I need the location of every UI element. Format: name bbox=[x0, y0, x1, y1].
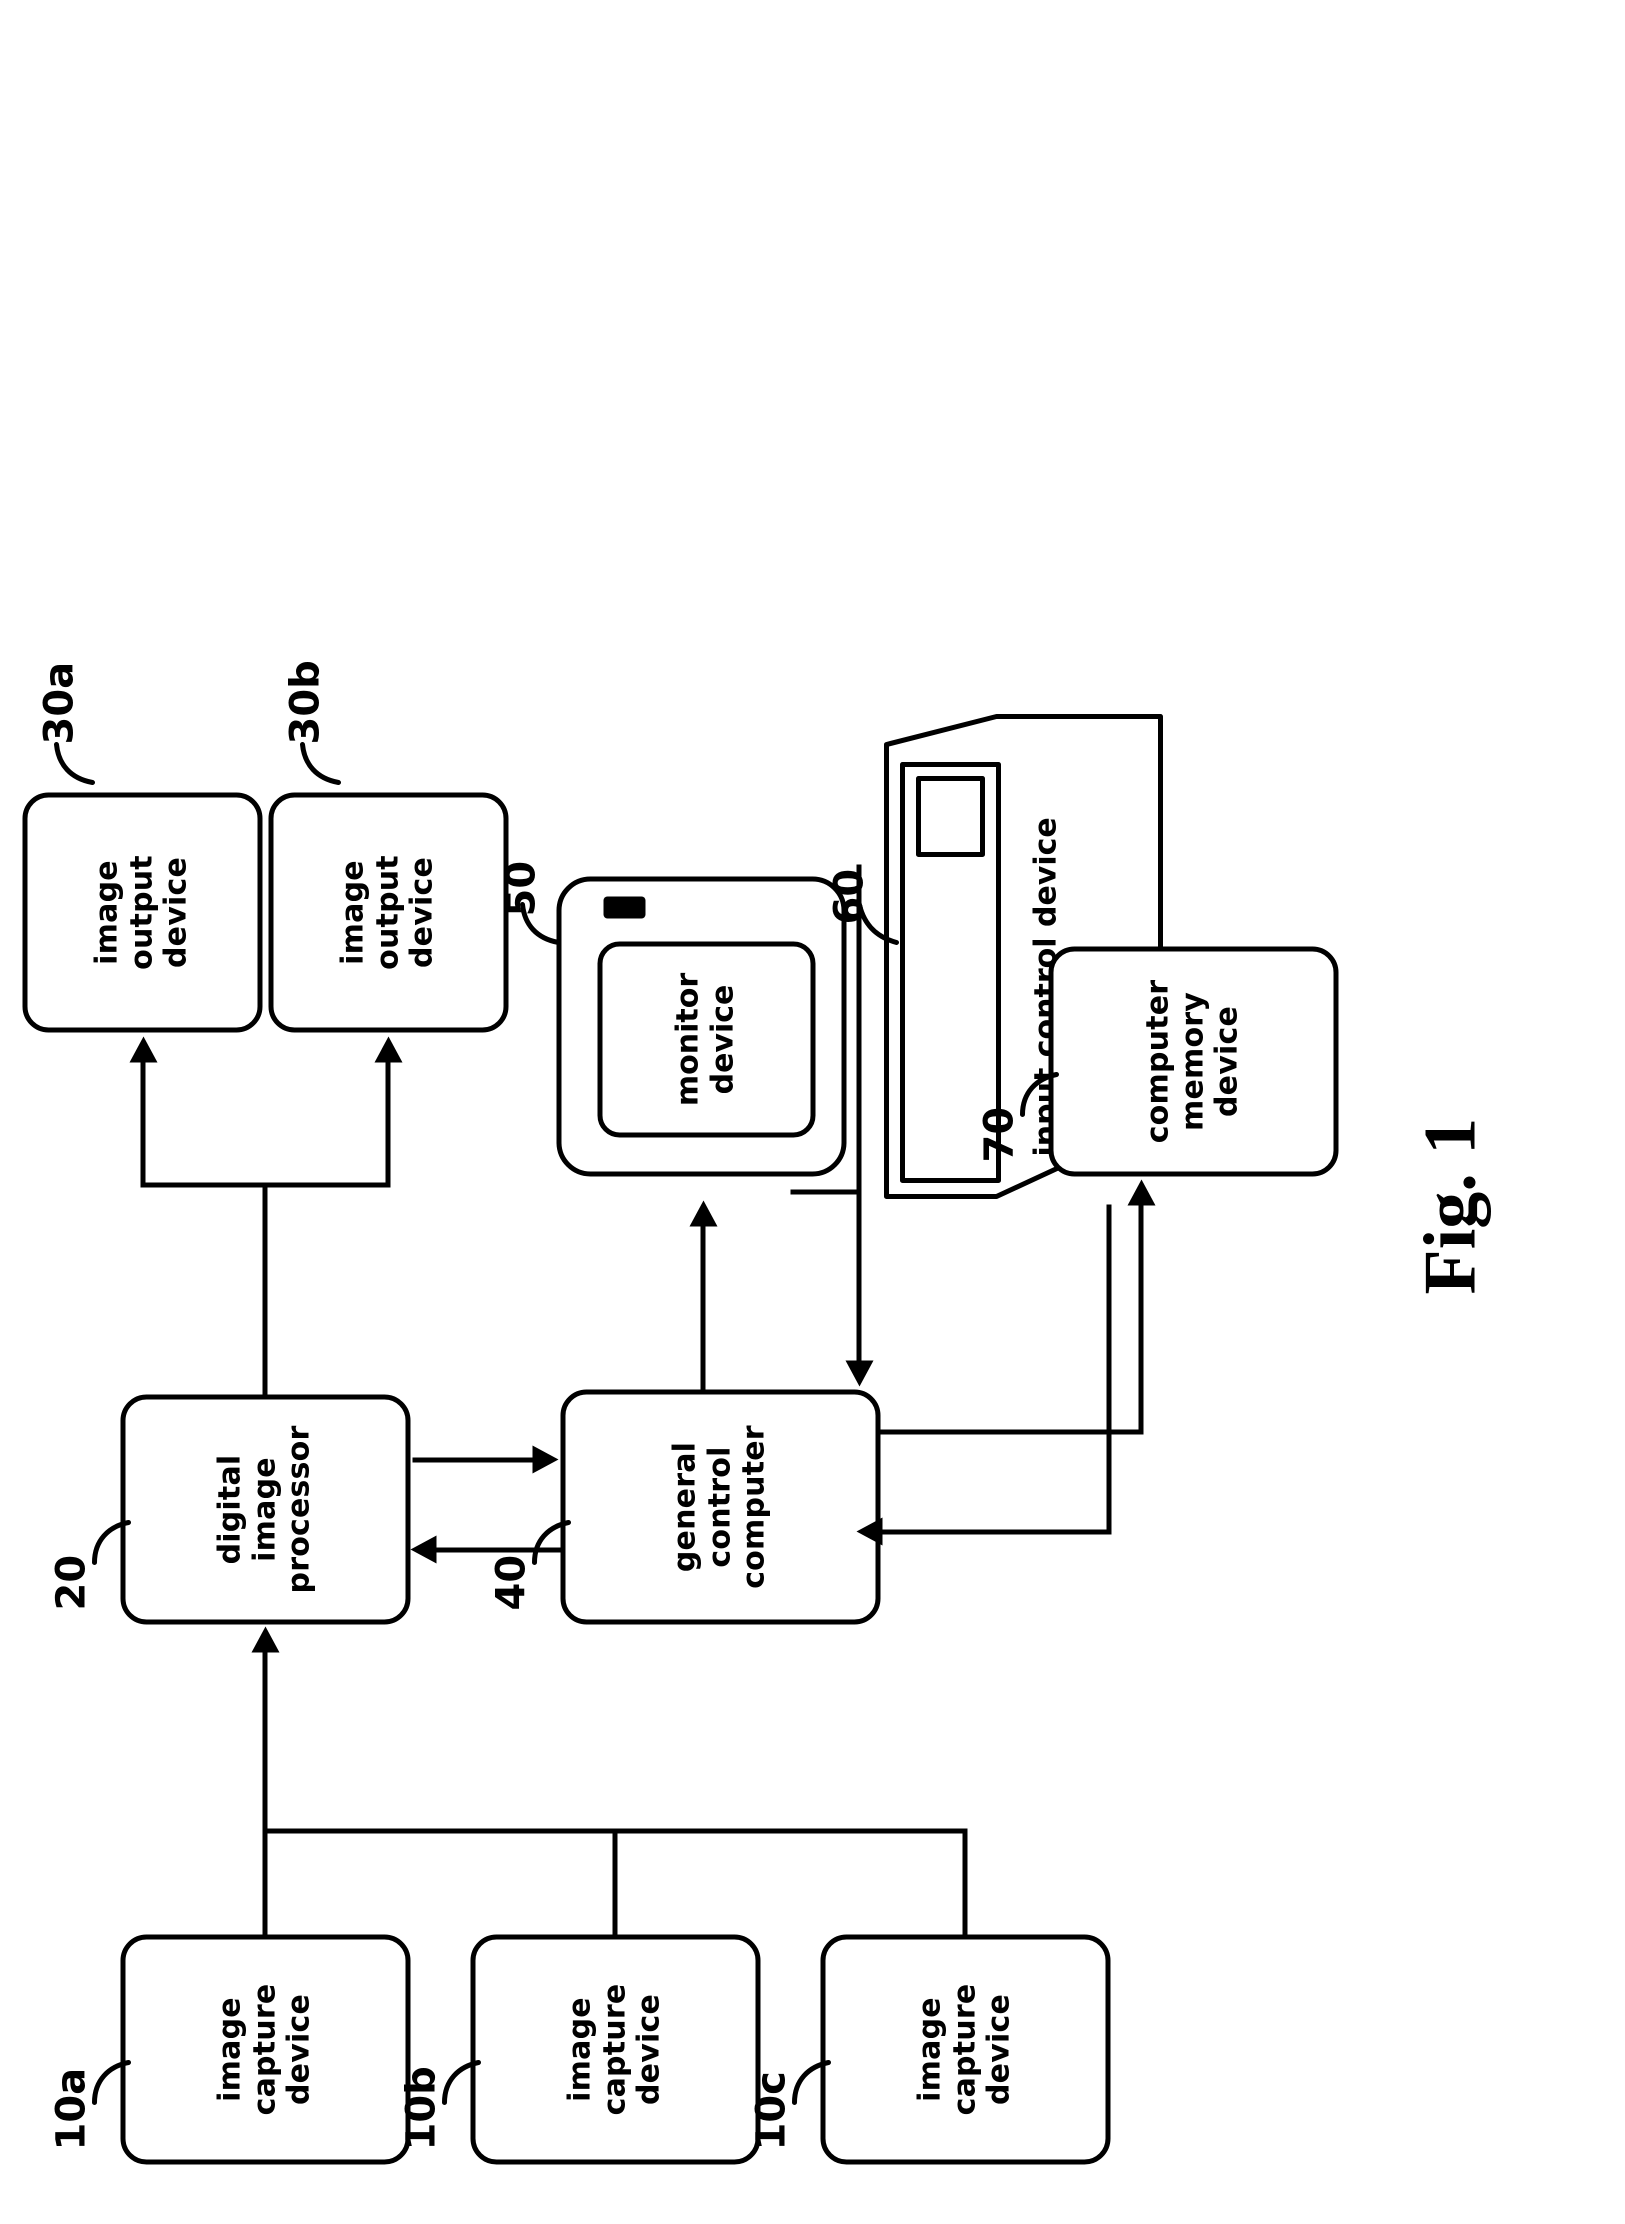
leader-line-50 bbox=[512, 890, 566, 956]
wire-output-b-branch bbox=[385, 1059, 390, 1187]
block-image-capture-device-10a: image capture device bbox=[120, 1934, 410, 2164]
wire-computer-to-monitor bbox=[700, 1223, 705, 1391]
reference-numeral-30b: 30b bbox=[282, 659, 328, 744]
block-label-line: general bbox=[666, 1441, 702, 1572]
block-label-line: computer bbox=[736, 1424, 772, 1589]
block-label-line: image bbox=[246, 1456, 282, 1562]
reference-numeral-10b: 10b bbox=[398, 2065, 444, 2150]
leader-line-10a bbox=[88, 2036, 136, 2106]
block-label-line: output bbox=[123, 854, 159, 970]
block-label-line: device bbox=[631, 1993, 667, 2105]
wire-capture-c-out bbox=[962, 1830, 967, 1936]
wire-bus-to-processor bbox=[262, 1649, 267, 1833]
leader-line-60 bbox=[848, 884, 904, 956]
block-label-line: capture bbox=[946, 1983, 982, 2115]
block-label-line: device bbox=[981, 1993, 1017, 2105]
figure-caption: Fig. 1 bbox=[1409, 1117, 1491, 1294]
block-image-capture-device-10b: image capture device bbox=[470, 1934, 760, 2164]
patent-figure: image capture device 10a image capture d… bbox=[0, 0, 1625, 2224]
wire-computer-to-processor-down bbox=[412, 1457, 534, 1462]
leader-line-10c bbox=[788, 2036, 836, 2106]
block-label-line: device bbox=[281, 1993, 317, 2105]
wire-computer-to-memory-up bbox=[880, 1529, 1110, 1534]
arrowhead-into-computer-from-processor bbox=[532, 1445, 558, 1473]
block-label-line: capture bbox=[596, 1983, 632, 2115]
wire-memory-return-h bbox=[1106, 1204, 1111, 1534]
monitor-power-led-icon bbox=[603, 896, 645, 918]
block-label-line: device bbox=[1209, 1005, 1245, 1117]
block-label-line: image bbox=[334, 859, 370, 965]
block-label-line: image bbox=[561, 1996, 597, 2102]
wire-capture-bus bbox=[262, 1828, 967, 1833]
block-image-output-device-30b: image output device bbox=[268, 792, 508, 1032]
arrowhead-into-output-a bbox=[129, 1036, 157, 1062]
block-image-capture-device-10c: image capture device bbox=[820, 1934, 1110, 2164]
leader-line-20 bbox=[88, 1496, 136, 1566]
reference-numeral-40: 40 bbox=[488, 1554, 534, 1610]
wire-output-bus bbox=[140, 1182, 390, 1187]
wire-capture-a-out bbox=[262, 1830, 267, 1936]
wire-capture-b-out bbox=[612, 1830, 617, 1936]
arrowhead-into-output-b bbox=[374, 1036, 402, 1062]
arrowhead-into-processor bbox=[251, 1626, 279, 1652]
leader-line-30b bbox=[294, 732, 346, 794]
wire-processor-to-output-bus bbox=[262, 1184, 267, 1396]
leader-line-30a bbox=[48, 732, 100, 794]
block-label-line: memory bbox=[1174, 991, 1210, 1131]
block-label-line: control bbox=[701, 1445, 737, 1568]
reference-numeral-20: 20 bbox=[48, 1554, 94, 1610]
block-label-line: image bbox=[911, 1996, 947, 2102]
wire-input-control-drop bbox=[790, 1189, 858, 1194]
block-label-line: capture bbox=[246, 1983, 282, 2115]
diagram-canvas: image capture device 10a image capture d… bbox=[0, 0, 1625, 2224]
block-computer-memory-device-70: computer memory device bbox=[1048, 946, 1338, 1176]
block-label-line: digital bbox=[211, 1454, 247, 1564]
block-label-line: image bbox=[88, 859, 124, 965]
wire-processor-to-computer-up bbox=[436, 1547, 560, 1552]
arrowhead-into-monitor bbox=[689, 1200, 717, 1226]
arrowhead-into-processor-from-computer bbox=[410, 1535, 436, 1563]
block-label-line: image bbox=[211, 1996, 247, 2102]
block-label-line: device bbox=[158, 856, 194, 968]
block-monitor-device-50: monitor device bbox=[556, 876, 846, 1176]
block-image-output-device-30a: image output device bbox=[22, 792, 262, 1032]
wire-computer-to-memory-down bbox=[880, 1429, 1142, 1434]
wire-output-a-branch bbox=[140, 1059, 145, 1187]
block-general-control-computer-40: general control computer bbox=[560, 1389, 880, 1624]
leader-line-70 bbox=[1016, 1048, 1064, 1118]
block-label-line: output bbox=[369, 854, 405, 970]
leader-line-40 bbox=[528, 1496, 576, 1566]
block-digital-image-processor-20: digital image processor bbox=[120, 1394, 410, 1624]
arrowhead-into-computer-from-memory bbox=[856, 1517, 882, 1545]
leader-line-10b bbox=[438, 2036, 486, 2106]
wire-memory-feed-h bbox=[1138, 1202, 1143, 1434]
block-label-line: computer bbox=[1139, 979, 1175, 1143]
block-label-line: monitor bbox=[670, 972, 706, 1106]
block-label-line: device bbox=[705, 984, 740, 1094]
block-label-line: processor bbox=[281, 1425, 317, 1593]
block-label-line: device bbox=[404, 856, 440, 968]
wire-input-control-to-computer bbox=[856, 1192, 861, 1364]
reference-numeral-10c: 10c bbox=[748, 2070, 794, 2150]
monitor-screen: monitor device bbox=[597, 941, 815, 1137]
reference-numeral-70: 70 bbox=[976, 1106, 1022, 1162]
reference-numeral-10a: 10a bbox=[48, 2067, 94, 2150]
